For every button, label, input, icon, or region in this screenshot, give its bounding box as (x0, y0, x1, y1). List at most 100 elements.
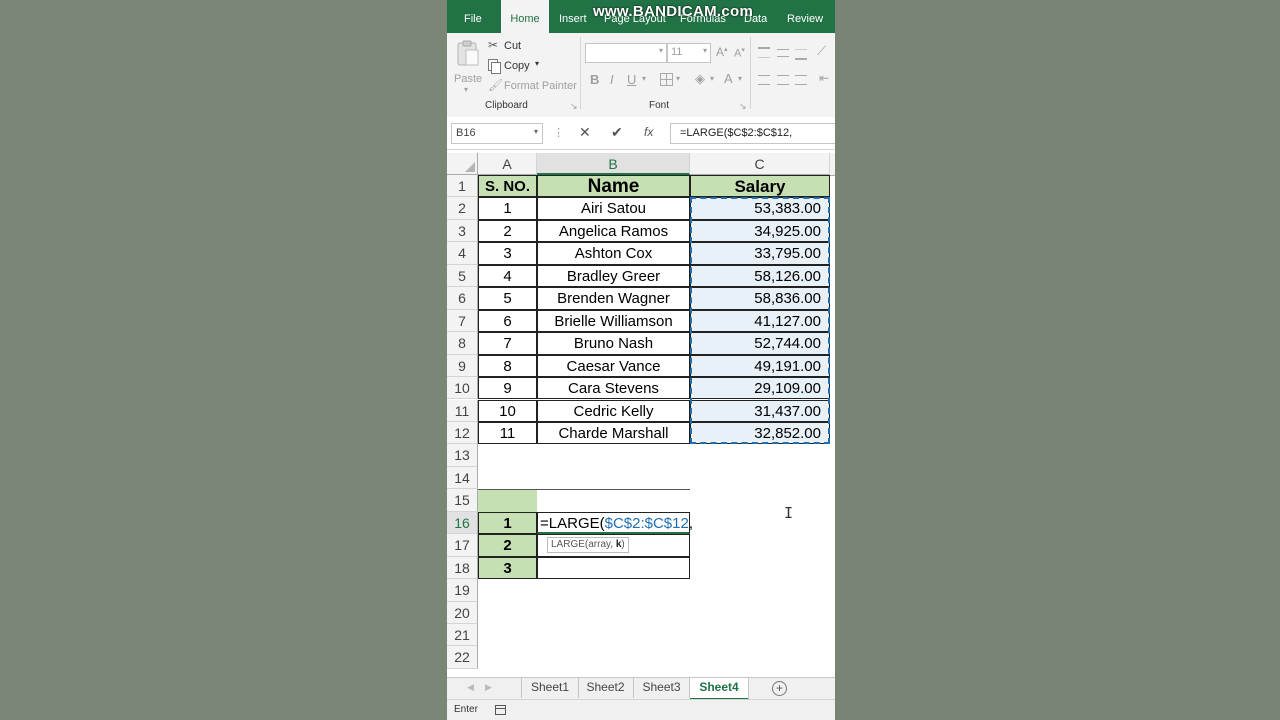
name-cell[interactable]: Cara Stevens (537, 377, 690, 400)
row-header-1[interactable]: 1 (447, 175, 478, 198)
name-cell[interactable]: Ashton Cox (537, 242, 690, 265)
sheet-tab-sheet4[interactable]: Sheet4 (690, 678, 749, 700)
name-cell[interactable]: Bradley Greer (537, 264, 690, 288)
row-header-9[interactable]: 9 (447, 354, 478, 378)
paste-button[interactable]: Paste ▾ (453, 37, 483, 94)
sno-cell[interactable]: 3 (478, 242, 537, 265)
name-cell[interactable]: Airi Satou (537, 197, 690, 220)
sno-cell[interactable]: 4 (478, 264, 537, 288)
salary-cell[interactable]: 49,191.00 (690, 354, 830, 378)
name-cell[interactable]: Brielle Williamson (537, 309, 690, 333)
borders-icon[interactable] (660, 73, 673, 86)
sno-cell[interactable]: 1 (478, 197, 537, 220)
sno-cell[interactable]: 10 (478, 399, 537, 422)
orientation-icon[interactable]: ⟋ (817, 43, 826, 59)
sno-cell[interactable]: 11 (478, 421, 537, 445)
row-header-22[interactable]: 22 (447, 646, 478, 669)
row-header-14[interactable]: 14 (447, 466, 478, 490)
font-name-dropdown-icon[interactable]: ▾ (659, 46, 663, 55)
underline-dropdown-icon[interactable]: ▾ (642, 74, 646, 83)
column-header-c[interactable]: C (690, 153, 830, 175)
salary-cell[interactable]: 29,109.00 (690, 377, 830, 400)
borders-dropdown-icon[interactable]: ▾ (676, 74, 680, 83)
row-header-10[interactable]: 10 (447, 377, 478, 400)
bold-button[interactable]: B (590, 72, 599, 87)
editing-cell-b16[interactable]: =LARGE($C$2:$C$12, (537, 511, 693, 535)
align-center-icon[interactable] (777, 75, 789, 85)
tab-insert[interactable]: Insert (559, 0, 587, 33)
font-size-box[interactable]: 11 ▾ (667, 43, 711, 63)
row-header-4[interactable]: 4 (447, 242, 478, 265)
enter-check-icon[interactable]: ✔ (611, 124, 623, 141)
row-header-18[interactable]: 18 (447, 556, 478, 580)
rank-cell[interactable]: 1 (478, 511, 537, 535)
font-size-dropdown-icon[interactable]: ▾ (703, 46, 707, 55)
decrease-font-icon[interactable]: A▾ (734, 46, 745, 60)
row-header-11[interactable]: 11 (447, 399, 478, 422)
tab-review[interactable]: Review (787, 0, 823, 33)
row-header-16[interactable]: 16 (447, 511, 478, 535)
sheet-tab-sheet2[interactable]: Sheet2 (578, 678, 634, 698)
increase-font-icon[interactable]: A▴ (716, 45, 728, 59)
name-cell[interactable]: Charde Marshall (537, 421, 690, 445)
result-cell[interactable] (537, 556, 690, 580)
align-bottom-icon[interactable] (795, 49, 807, 60)
align-right-icon[interactable] (795, 75, 807, 85)
row-header-19[interactable]: 19 (447, 579, 478, 602)
sno-cell[interactable]: 7 (478, 332, 537, 355)
row-header-20[interactable]: 20 (447, 601, 478, 624)
name-box[interactable]: B16 ▾ (451, 123, 543, 144)
salary-cell[interactable]: 58,126.00 (690, 264, 830, 288)
tab-home[interactable]: Home (501, 0, 549, 33)
row-header-13[interactable]: 13 (447, 444, 478, 467)
rank-cell[interactable]: 3 (478, 556, 537, 580)
sheet-tab-sheet3[interactable]: Sheet3 (634, 678, 690, 698)
macro-recording-icon[interactable] (495, 705, 506, 715)
sheet-tab-sheet1[interactable]: Sheet1 (521, 678, 579, 698)
name-cell[interactable]: Bruno Nash (537, 332, 690, 355)
salary-cell[interactable]: 33,795.00 (690, 242, 830, 265)
salary-cell[interactable]: 53,383.00 (690, 197, 830, 220)
cut-button[interactable]: ✂ Cut (488, 38, 568, 54)
align-left-icon[interactable] (758, 75, 770, 85)
sno-cell[interactable]: 8 (478, 354, 537, 378)
underline-button[interactable]: U (627, 72, 636, 87)
font-launcher-icon[interactable]: ↘ (739, 101, 747, 112)
salary-cell[interactable]: 32,852.00 (690, 421, 830, 445)
salary-cell[interactable]: 41,127.00 (690, 309, 830, 333)
name-cell[interactable]: Cedric Kelly (537, 399, 690, 422)
salary-cell[interactable]: 34,925.00 (690, 219, 830, 243)
sno-cell[interactable]: 9 (478, 377, 537, 400)
align-middle-icon[interactable] (777, 49, 789, 57)
formula-input[interactable]: =LARGE($C$2:$C$12, (670, 123, 835, 144)
row-header-2[interactable]: 2 (447, 197, 478, 220)
row-header-3[interactable]: 3 (447, 219, 478, 243)
copy-dropdown-icon[interactable]: ▾ (535, 59, 539, 68)
sno-cell[interactable]: 6 (478, 309, 537, 333)
copy-button[interactable]: Copy ▾ (488, 58, 568, 74)
sno-cell[interactable]: 5 (478, 287, 537, 310)
row-header-7[interactable]: 7 (447, 309, 478, 333)
column-header-a[interactable]: A (478, 153, 537, 175)
font-color-dropdown-icon[interactable]: ▾ (738, 74, 742, 83)
format-painter-button[interactable]: 🖌 Format Painter (488, 78, 588, 94)
name-cell[interactable]: Brenden Wagner (537, 287, 690, 310)
row-header-6[interactable]: 6 (447, 287, 478, 310)
fill-color-icon[interactable]: ◈ (695, 71, 705, 87)
row-header-21[interactable]: 21 (447, 624, 478, 647)
cancel-entry-icon[interactable]: ✕ (579, 124, 591, 141)
rank-cell[interactable]: 2 (478, 534, 537, 557)
italic-button[interactable]: I (610, 72, 614, 87)
column-header-b[interactable]: B (537, 153, 690, 175)
tab-file[interactable]: File (464, 0, 482, 33)
row-header-17[interactable]: 17 (447, 534, 478, 557)
align-top-icon[interactable] (758, 47, 770, 58)
row-header-15[interactable]: 15 (447, 489, 478, 512)
salary-cell[interactable]: 58,836.00 (690, 287, 830, 310)
font-name-box[interactable]: ▾ (585, 43, 667, 63)
clipboard-launcher-icon[interactable]: ↘ (570, 101, 578, 112)
name-cell[interactable]: Angelica Ramos (537, 219, 690, 243)
row-header-5[interactable]: 5 (447, 264, 478, 288)
insert-function-icon[interactable]: fx (644, 125, 653, 139)
next-sheet-icon[interactable]: ▶ (485, 682, 492, 693)
